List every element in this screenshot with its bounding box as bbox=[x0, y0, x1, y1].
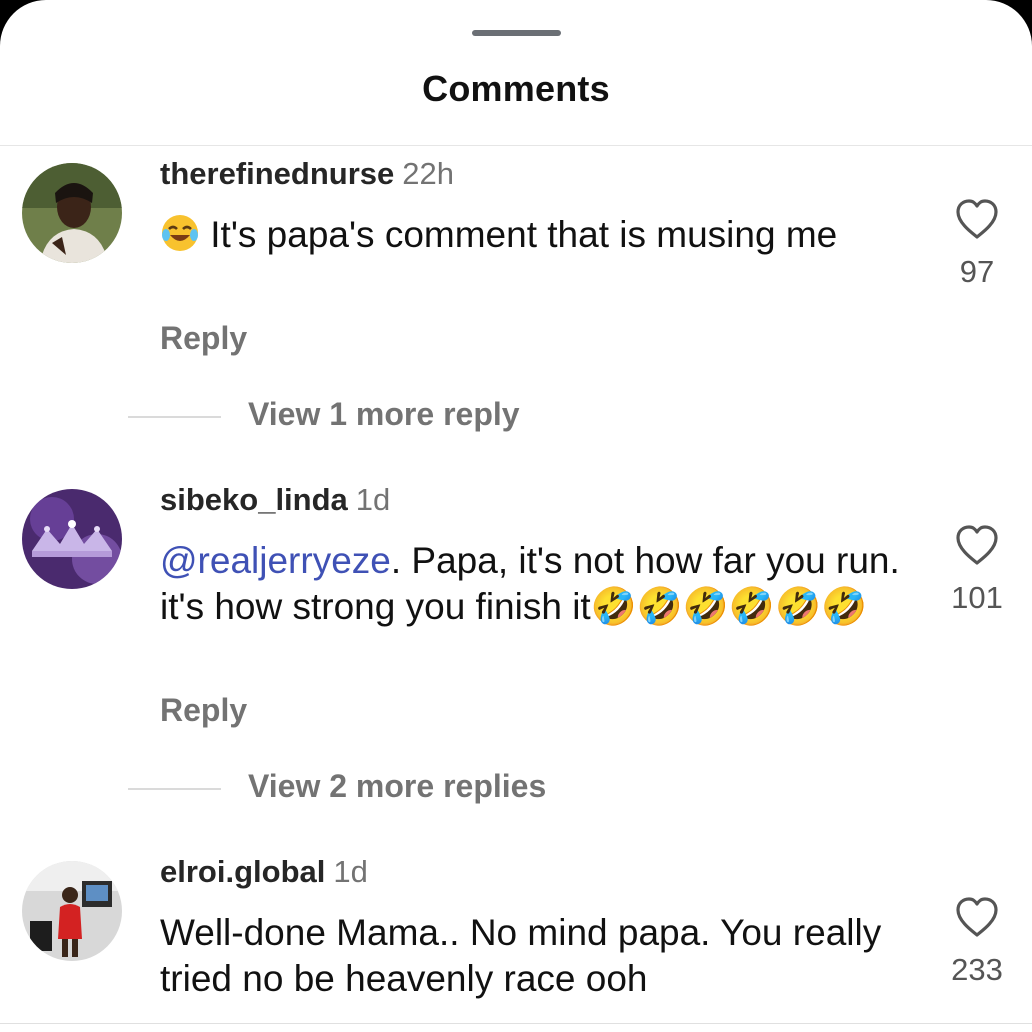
comment-username[interactable]: elroi.global bbox=[160, 854, 325, 889]
comment-text: It's papa's comment that is musing me bbox=[160, 212, 900, 264]
comment-text: Well-done Mama.. No mind papa. You reall… bbox=[160, 912, 882, 999]
reply-button[interactable]: Reply bbox=[160, 320, 247, 357]
like-count: 233 bbox=[951, 952, 1003, 987]
view-more-replies-label[interactable]: View 2 more replies bbox=[248, 768, 546, 805]
tears-of-joy-emoji bbox=[160, 213, 200, 264]
comment-username[interactable]: sibeko_linda bbox=[160, 482, 348, 517]
heart-outline-icon bbox=[956, 897, 998, 937]
comment-time: 1d bbox=[355, 482, 391, 517]
avatar[interactable] bbox=[22, 489, 122, 589]
comment-body: It's papa's comment that is musing me bbox=[210, 214, 838, 255]
avatar[interactable] bbox=[22, 163, 122, 263]
comment-time: 1d bbox=[333, 854, 368, 889]
like-button[interactable]: 97 bbox=[944, 198, 1010, 290]
reply-button[interactable]: Reply bbox=[160, 692, 247, 729]
bottom-divider bbox=[0, 1023, 1032, 1024]
like-count: 101 bbox=[951, 580, 1003, 615]
sheet-title: Comments bbox=[422, 68, 610, 109]
drag-handle[interactable] bbox=[472, 30, 561, 36]
comment-text: @realjerryeze. Papa, it's not how far yo… bbox=[160, 538, 900, 630]
heart-outline-icon bbox=[956, 525, 998, 565]
view-more-replies-label[interactable]: View 1 more reply bbox=[248, 396, 520, 433]
header-divider bbox=[0, 145, 1032, 146]
thread-line bbox=[128, 416, 221, 418]
mention-link[interactable]: @realjerryeze bbox=[160, 540, 391, 581]
comment-time: 22h bbox=[402, 156, 455, 191]
like-button[interactable]: 101 bbox=[944, 524, 1010, 616]
heart-outline-icon bbox=[956, 199, 998, 239]
like-button[interactable]: 233 bbox=[944, 896, 1010, 988]
comments-sheet: Comments therefinednurse 22h It's papa's… bbox=[0, 0, 1032, 1032]
rolling-laughing-emojis: 🤣🤣🤣🤣🤣🤣 bbox=[590, 586, 868, 627]
thread-line bbox=[128, 788, 221, 790]
avatar[interactable] bbox=[22, 861, 122, 961]
like-count: 97 bbox=[959, 254, 995, 289]
comment-username[interactable]: therefinednurse bbox=[160, 156, 394, 191]
